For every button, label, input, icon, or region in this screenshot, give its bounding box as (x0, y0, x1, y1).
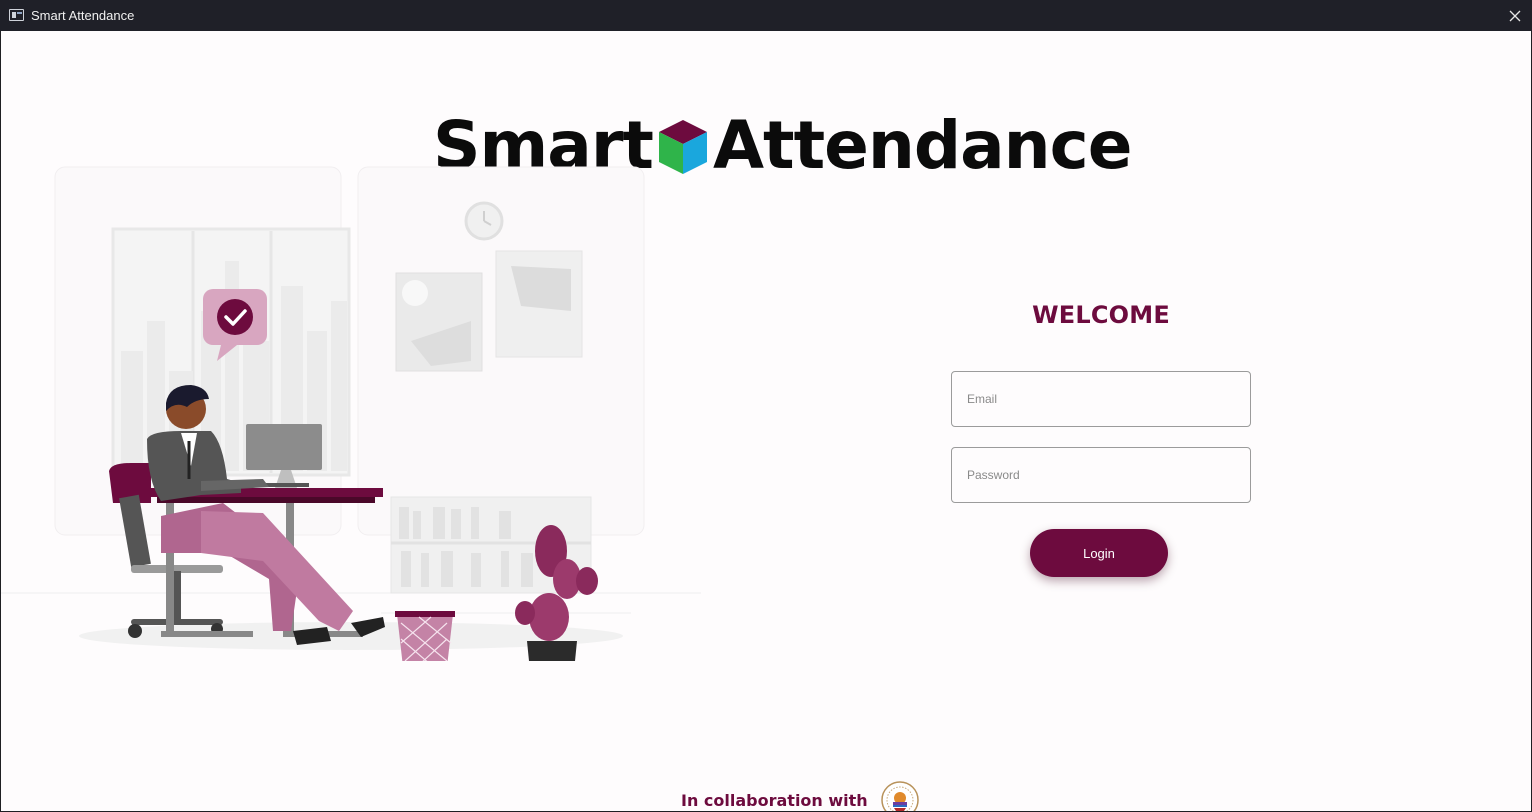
university-seal-logo (880, 781, 919, 811)
collaboration-footer: In collaboration with (681, 781, 920, 811)
window-app-icon (9, 9, 24, 21)
window-titlebar: Smart Attendance (0, 0, 1532, 31)
collaboration-text: In collaboration with (681, 790, 868, 810)
login-button[interactable]: Login (1030, 529, 1168, 577)
close-icon (1509, 10, 1521, 21)
close-button[interactable] (1498, 0, 1532, 31)
window-title: Smart Attendance (31, 8, 135, 23)
welcome-heading: WELCOME (1032, 301, 1170, 329)
logo-text-attendance: Attendance (712, 106, 1133, 184)
password-field[interactable] (951, 447, 1251, 503)
email-field[interactable] (951, 371, 1251, 427)
office-illustration (1, 166, 701, 661)
app-window: Smart Attendance WELCOME Email Login In … (1, 31, 1531, 811)
